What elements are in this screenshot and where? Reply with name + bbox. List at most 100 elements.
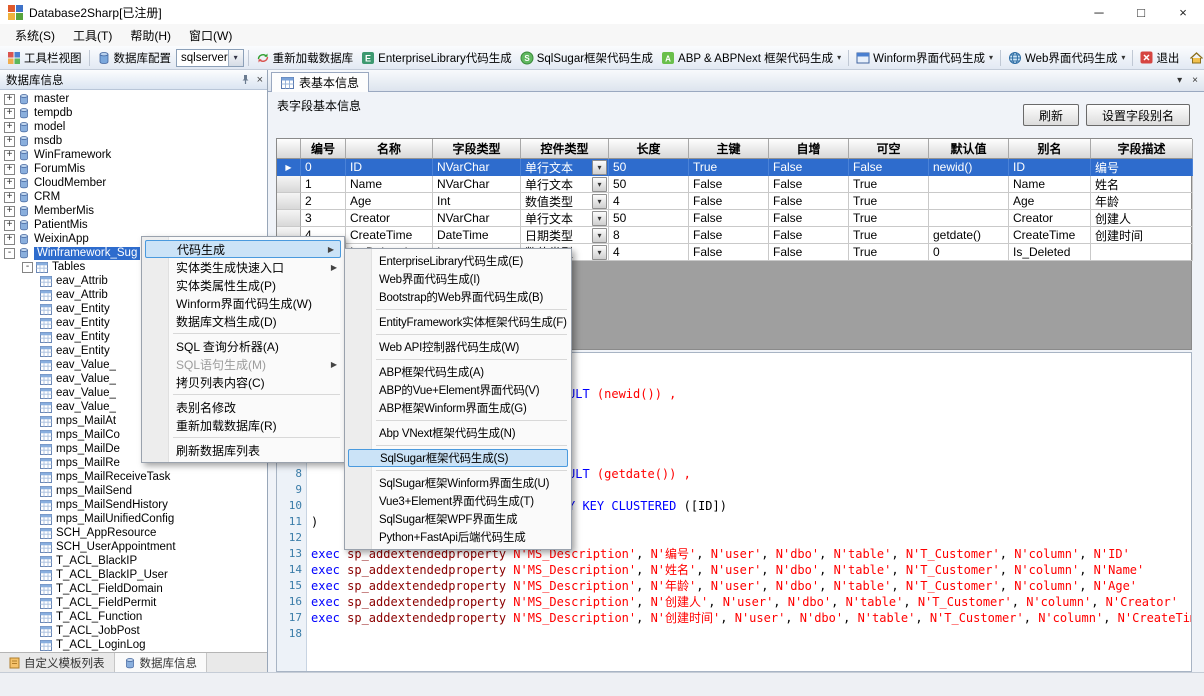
tree-item-t-acl-fielddomain[interactable]: T_ACL_FieldDomain — [0, 582, 267, 596]
grid-cell[interactable]: 日期类型▾ — [521, 227, 609, 244]
grid-cell[interactable]: NVarChar — [433, 159, 521, 176]
grid-cell[interactable]: False — [689, 193, 769, 210]
menu-item-sqlsugar-wpf-codegen[interactable]: SqlSugar框架WPF界面生成 — [346, 510, 570, 528]
tree-item-sch-appresource[interactable]: SCH_AppResource — [0, 526, 267, 540]
grid-cell[interactable]: 1 — [301, 176, 346, 193]
grid-cell[interactable]: 8 — [609, 227, 689, 244]
grid-cell[interactable] — [929, 176, 1009, 193]
grid-cell[interactable]: False — [689, 210, 769, 227]
grid-cell[interactable]: False — [769, 210, 849, 227]
menu-item-sql-query-analyzer[interactable]: SQL 查询分析器(A) — [143, 337, 343, 355]
grid-cell[interactable]: True — [849, 227, 929, 244]
grid-cell[interactable]: False — [769, 176, 849, 193]
maximize-button[interactable]: □ — [1120, 0, 1162, 24]
grid-cell[interactable]: 0 — [301, 159, 346, 176]
web-codegen-button[interactable]: Web界面代码生成▾ — [1005, 49, 1128, 67]
grid-cell[interactable]: 姓名 — [1091, 176, 1193, 193]
menu-item-abp-winform-codegen[interactable]: ABP框架Winform界面生成(G) — [346, 399, 570, 417]
grid-cell[interactable]: False — [689, 176, 769, 193]
grid-cell[interactable]: 50 — [609, 176, 689, 193]
grid-cell[interactable]: Creator — [346, 210, 433, 227]
close-document-button[interactable]: × — [1192, 75, 1198, 86]
chevron-down-icon[interactable]: ▾ — [989, 53, 993, 62]
chevron-down-icon[interactable]: ▾ — [1121, 53, 1125, 62]
tree-toggle[interactable]: + — [4, 234, 15, 245]
menu-item-entity-quick-entry[interactable]: 实体类生成快速入口▶ — [143, 258, 343, 276]
grid-cell[interactable]: False — [689, 227, 769, 244]
grid-selector-header[interactable] — [277, 139, 301, 159]
tree-item-t-acl-loginlog[interactable]: T_ACL_LoginLog — [0, 638, 267, 652]
grid-cell[interactable]: True — [849, 244, 929, 261]
menu-item-reload-database[interactable]: 重新加载数据库(R) — [143, 416, 343, 434]
tree-toggle[interactable]: + — [4, 136, 15, 147]
chevron-down-icon[interactable]: ▾ — [592, 194, 607, 209]
grid-column-header[interactable]: 别名 — [1009, 139, 1091, 159]
grid-cell[interactable]: Age — [1009, 193, 1091, 210]
menu-item-sql-statement-generation[interactable]: SQL语句生成(M)▶ — [143, 355, 343, 373]
reload-database-button[interactable]: 重新加载数据库 — [253, 49, 357, 67]
grid-cell[interactable]: CreateTime — [346, 227, 433, 244]
tree-toggle[interactable]: + — [4, 150, 15, 161]
grid-cell[interactable]: 年龄 — [1091, 193, 1193, 210]
grid-cell[interactable]: NVarChar — [433, 176, 521, 193]
home-button[interactable] — [1186, 50, 1204, 66]
menu-item-bootstrap-web-ui-codegen[interactable]: Bootstrap的Web界面代码生成(B) — [346, 288, 570, 306]
database-config-button[interactable]: 数据库配置 — [94, 49, 175, 67]
grid-cell[interactable]: False — [769, 193, 849, 210]
tree-item-membermis[interactable]: +MemberMis — [0, 204, 267, 218]
grid-cell[interactable] — [929, 193, 1009, 210]
menu-item-abp-vue-element-codegen[interactable]: ABP的Vue+Element界面代码(V) — [346, 381, 570, 399]
tree-item-tempdb[interactable]: +tempdb — [0, 106, 267, 120]
menu-item-code-generation[interactable]: 代码生成▶ — [145, 240, 341, 258]
row-selector[interactable] — [277, 176, 301, 193]
tree-item-winframework[interactable]: +WinFramework — [0, 148, 267, 162]
menu-item-python-fastapi-codegen[interactable]: Python+FastApi后端代码生成 — [346, 528, 570, 546]
tree-item-crm[interactable]: +CRM — [0, 190, 267, 204]
menu-item-vue3-element-codegen[interactable]: Vue3+Element界面代码生成(T) — [346, 492, 570, 510]
grid-column-header[interactable]: 控件类型 — [521, 139, 609, 159]
tree-item-t-acl-function[interactable]: T_ACL_Function — [0, 610, 267, 624]
tree-item-mps-mailsendhistory[interactable]: mps_MailSendHistory — [0, 498, 267, 512]
tree-item-patientmis[interactable]: +PatientMis — [0, 218, 267, 232]
grid-column-header[interactable]: 可空 — [849, 139, 929, 159]
grid-cell[interactable]: False — [849, 159, 929, 176]
grid-cell[interactable]: 3 — [301, 210, 346, 227]
grid-cell[interactable]: 创建时间 — [1091, 227, 1193, 244]
menu-item-web-ui-codegen[interactable]: Web界面代码生成(I) — [346, 270, 570, 288]
menu-tools[interactable]: 工具(T) — [64, 25, 121, 46]
pin-icon[interactable] — [240, 74, 251, 85]
menu-window[interactable]: 窗口(W) — [180, 25, 241, 46]
chevron-down-icon[interactable]: ▾ — [592, 160, 607, 175]
tree-item-t-acl-fieldpermit[interactable]: T_ACL_FieldPermit — [0, 596, 267, 610]
tree-item-master[interactable]: +master — [0, 92, 267, 106]
minimize-button[interactable]: ─ — [1078, 0, 1120, 24]
grid-column-header[interactable]: 字段描述 — [1091, 139, 1193, 159]
grid-cell[interactable]: False — [689, 244, 769, 261]
tree-item-t-acl-blackip[interactable]: T_ACL_BlackIP — [0, 554, 267, 568]
winform-codegen-button[interactable]: Winform界面代码生成▾ — [853, 49, 996, 67]
tree-item-forummis[interactable]: +ForumMis — [0, 162, 267, 176]
grid-cell[interactable]: True — [689, 159, 769, 176]
menu-item-table-alias-edit[interactable]: 表别名修改 — [143, 398, 343, 416]
grid-column-header[interactable]: 默认值 — [929, 139, 1009, 159]
chevron-down-icon[interactable]: ▾ — [592, 211, 607, 226]
database-type-combo[interactable]: sqlserver▾ — [176, 49, 244, 67]
chevron-down-icon[interactable]: ▾ — [837, 53, 841, 62]
menu-item-entityframework-codegen[interactable]: EntityFramework实体框架代码生成(F) — [346, 313, 570, 331]
tree-toggle[interactable]: + — [4, 192, 15, 203]
grid-column-header[interactable]: 长度 — [609, 139, 689, 159]
grid-cell[interactable]: 编号 — [1091, 159, 1193, 176]
grid-cell[interactable]: CreateTime — [1009, 227, 1091, 244]
tree-toggle[interactable]: + — [4, 122, 15, 133]
refresh-button[interactable]: 刷新 — [1023, 104, 1079, 126]
grid-cell[interactable]: False — [769, 159, 849, 176]
tree-item-mps-mailunifiedconfig[interactable]: mps_MailUnifiedConfig — [0, 512, 267, 526]
row-selector[interactable]: ▶ — [277, 159, 301, 176]
grid-column-header[interactable]: 自增 — [769, 139, 849, 159]
tree-toggle[interactable]: + — [4, 206, 15, 217]
grid-cell[interactable]: 数值类型▾ — [521, 193, 609, 210]
grid-cell[interactable]: ID — [346, 159, 433, 176]
menu-item-enterpriselibrary-codegen[interactable]: EnterpriseLibrary代码生成(E) — [346, 252, 570, 270]
grid-cell[interactable]: True — [849, 193, 929, 210]
grid-cell[interactable] — [1091, 244, 1193, 261]
